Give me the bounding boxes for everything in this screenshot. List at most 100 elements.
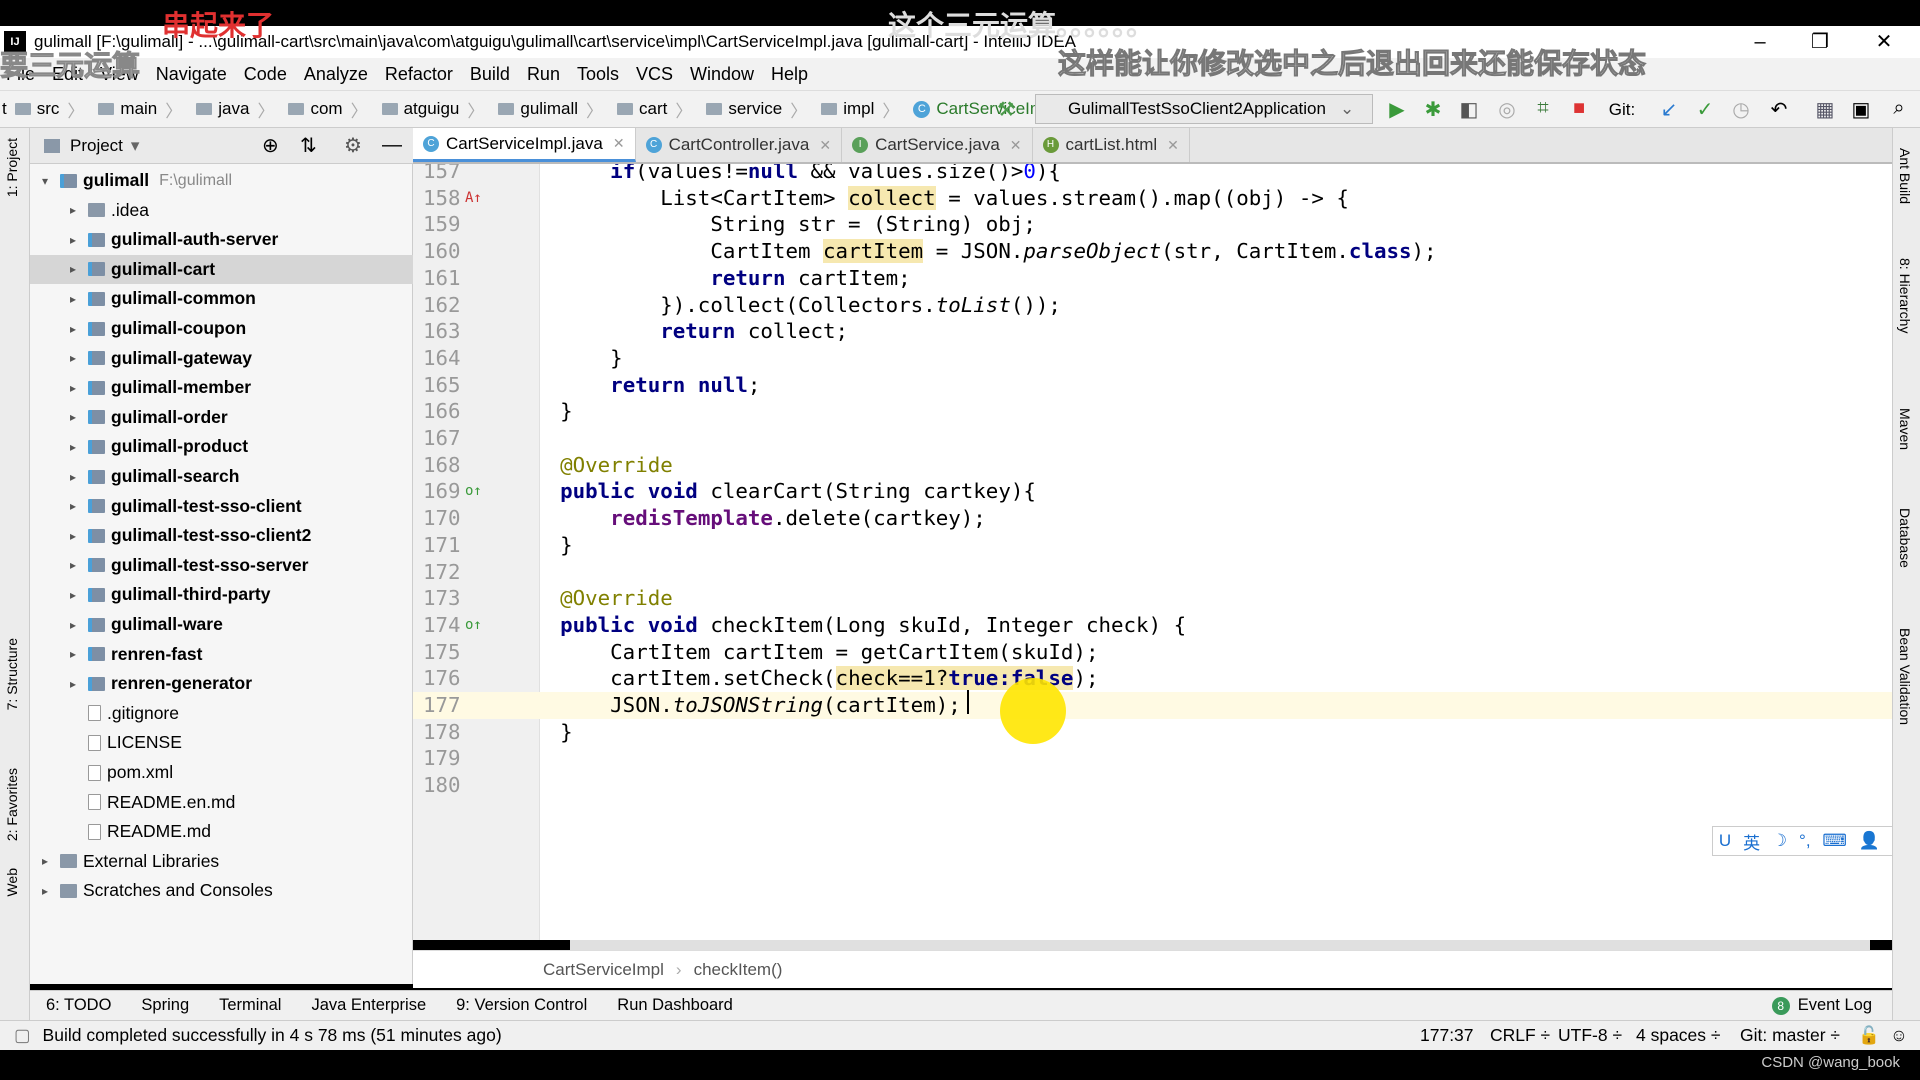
tree-item[interactable]: ▸ gulimall-product [30,432,413,461]
git-branch[interactable]: Git: master ÷ [1740,1025,1840,1046]
ime-button[interactable]: 👤 [1859,831,1880,851]
ime-button[interactable]: U [1719,831,1731,851]
expand-arrow-icon[interactable]: ▸ [66,381,80,395]
nav-crumb-gulimall[interactable]: gulimall 〉 [490,97,603,122]
right-tool-3[interactable]: Database [1897,508,1913,568]
expand-arrow-icon[interactable]: ▸ [38,884,52,898]
menu-code[interactable]: Code [244,64,287,85]
override-marker-icon[interactable]: o↑ [465,612,482,639]
menu-tools[interactable]: Tools [577,64,619,85]
expand-arrow-icon[interactable]: ▸ [66,410,80,424]
profile-icon[interactable]: ◎ [1494,97,1520,122]
tree-item[interactable]: ▸ gulimall-common [30,284,413,313]
ime-button[interactable]: ⌨ [1822,831,1847,851]
debug-icon[interactable]: ✱ [1420,97,1446,122]
tool-window-terminal[interactable]: Terminal [219,996,281,1015]
left-tool-3[interactable]: Web [4,868,20,897]
menu-analyze[interactable]: Analyze [304,64,368,85]
tab-cartservice-java[interactable]: I CartService.java ✕ [842,128,1033,162]
expand-arrow-icon[interactable]: ▸ [66,558,80,572]
nav-crumb-com[interactable]: com 〉 [280,97,368,122]
expand-arrow-icon[interactable]: ▸ [66,233,80,247]
left-tool-2[interactable]: 2: Favorites [4,768,20,841]
breadcrumb-method[interactable]: checkItem() [694,960,783,980]
expand-arrow-icon[interactable]: ▸ [66,647,80,661]
gear-icon[interactable]: ⚙ [344,133,362,158]
tree-item[interactable]: ▸ gulimall-gateway [30,344,413,373]
expand-arrow-icon[interactable]: ▾ [38,174,52,188]
search-icon[interactable]: ⌕ [1886,97,1912,120]
close-button[interactable]: ✕ [1864,26,1904,58]
git-commit-icon[interactable]: ✓ [1692,97,1718,122]
tree-item[interactable]: ▸ gulimall-test-sso-client [30,492,413,521]
tree-item[interactable]: ▸ gulimall-test-sso-server [30,551,413,580]
tree-item[interactable]: ▸ gulimall-auth-server [30,225,413,254]
right-tool-2[interactable]: Maven [1897,408,1913,450]
tree-item[interactable]: ▸ gulimall-order [30,403,413,432]
tree-item[interactable]: ▸ renren-generator [30,669,413,698]
locate-icon[interactable]: ⊕ [262,133,279,158]
expand-arrow-icon[interactable]: ▸ [66,470,80,484]
nav-crumb-atguigu[interactable]: atguigu 〉 [374,97,484,122]
git-update-icon[interactable]: ↙ [1656,97,1682,122]
tab-close-icon[interactable]: ✕ [1010,137,1022,154]
project-view-select[interactable]: Project [70,136,123,156]
nav-crumb-main[interactable]: main 〉 [90,97,182,122]
tab-close-icon[interactable]: ✕ [819,137,831,154]
tab-cartcontroller-java[interactable]: C CartController.java ✕ [636,128,843,162]
tree-item[interactable]: ▸ gulimall-test-sso-client2 [30,521,413,550]
tree-item[interactable]: ▸ gulimall-member [30,373,413,402]
breadcrumb-class[interactable]: CartServiceImpl [543,960,664,980]
tool-window-run-dashboard[interactable]: Run Dashboard [617,996,733,1015]
tab-close-icon[interactable]: ✕ [613,135,625,152]
right-tool-0[interactable]: Ant Build [1897,148,1913,204]
implemented-marker-icon[interactable]: A↑ [465,185,482,212]
code-editor[interactable]: 157 if(values!=null && values.size()>0){… [413,164,1892,940]
tab-close-icon[interactable]: ✕ [1167,137,1179,154]
nav-crumb-impl[interactable]: impl 〉 [813,97,899,122]
tree-item[interactable]: ▸ External Libraries [30,847,413,876]
expand-arrow-icon[interactable]: ▸ [38,854,52,868]
build-hammer-icon[interactable]: ⚒ [993,97,1019,122]
menu-refactor[interactable]: Refactor [385,64,453,85]
tool-window-6-todo[interactable]: 6: TODO [46,996,111,1015]
expand-arrow-icon[interactable]: ▸ [66,618,80,632]
tree-item[interactable]: README.en.md [30,788,413,817]
expand-arrow-icon[interactable]: ▸ [66,203,80,217]
menu-vcs[interactable]: VCS [636,64,673,85]
history-icon[interactable]: ◷ [1728,97,1754,122]
tree-item[interactable]: ▸ gulimall-third-party [30,580,413,609]
menu-window[interactable]: Window [690,64,754,85]
tab-cartlist-html[interactable]: HcartList.html ✕ [1033,128,1190,162]
tree-item[interactable]: ▾ gulimall F:\gulimall [30,166,413,195]
ime-button[interactable]: ☽ [1772,831,1787,851]
menu-run[interactable]: Run [527,64,560,85]
hide-icon[interactable]: — [382,134,402,157]
tree-item[interactable]: ▸ Scratches and Consoles [30,876,413,905]
tree-item[interactable]: .gitignore [30,699,413,728]
tree-item[interactable]: ▸ gulimall-ware [30,610,413,639]
project-structure-icon[interactable]: ▦ [1812,97,1838,122]
tab-cartserviceimpl-java[interactable]: C CartServiceImpl.java ✕ [413,128,636,162]
right-tool-4[interactable]: Bean Validation [1897,628,1913,725]
rollback-icon[interactable]: ↶ [1766,97,1792,122]
coverage-icon[interactable]: ◧ [1456,97,1482,122]
tool-window-java-enterprise[interactable]: Java Enterprise [311,996,426,1015]
collapse-all-icon[interactable]: ⇅ [300,133,317,158]
override-marker-icon[interactable]: o↑ [465,478,482,505]
restore-button[interactable]: ❐ [1800,26,1840,58]
menu-build[interactable]: Build [470,64,510,85]
left-tool-0[interactable]: 1: Project [4,138,20,197]
inspector-icon[interactable]: ☺ [1890,1025,1908,1046]
expand-arrow-icon[interactable]: ▸ [66,351,80,365]
expand-arrow-icon[interactable]: ▸ [66,529,80,543]
left-tool-1[interactable]: 7: Structure [4,638,20,710]
tool-window-9-version-control[interactable]: 9: Version Control [456,996,587,1015]
tree-item[interactable]: ▸ gulimall-search [30,462,413,491]
caret-position[interactable]: 177:37 [1420,1025,1474,1046]
tree-item[interactable]: ▸ .idea [30,196,413,225]
line-separator[interactable]: CRLF ÷ [1490,1025,1550,1046]
tree-item[interactable]: ▸ renren-fast [30,640,413,669]
expand-arrow-icon[interactable]: ▸ [66,677,80,691]
nav-crumb-src[interactable]: src 〉 [7,97,84,122]
